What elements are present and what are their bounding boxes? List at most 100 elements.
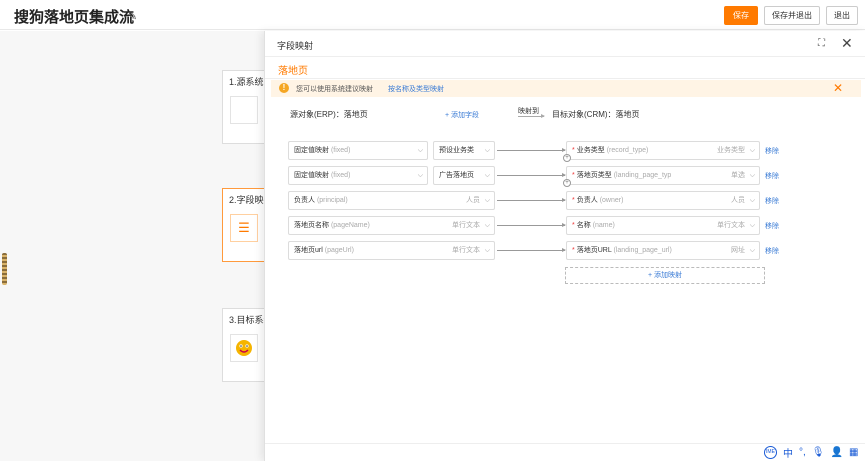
required-mark: * [572, 247, 575, 254]
target-field-hint: (owner) [599, 197, 624, 204]
ime-toolbar: IME 中 °, 🎙 👤 ▦ [760, 443, 865, 461]
source-field-select[interactable]: 负责人 (principal) 人员 ⌵ [288, 191, 495, 210]
remove-mapping-button[interactable]: 移除 [765, 196, 779, 206]
required-mark: * [572, 222, 575, 229]
target-field-type: 单行文本 [717, 222, 745, 229]
plus-circle-icon[interactable]: + [563, 154, 571, 162]
source-field-select[interactable]: 固定值映射 (fixed) ⌵ [288, 166, 428, 185]
chevron-down-icon: ⌵ [749, 172, 755, 179]
source-field-type: 人员 [466, 197, 480, 204]
target-field-hint: (record_type) [606, 147, 649, 154]
required-mark: * [572, 172, 575, 179]
target-field-select[interactable]: * 落地页URL (landing_page_url) 网址 ⌵ [566, 241, 760, 260]
mapping-icon: ☰ [230, 214, 258, 242]
target-object-label: 目标对象(CRM)：落地页 [552, 110, 640, 119]
auto-map-link[interactable]: 按名称及类型映射 [388, 84, 444, 94]
ime-language-toggle[interactable]: 中 [783, 445, 793, 460]
source-field-label: 负责人 [294, 197, 315, 204]
required-mark: * [572, 197, 575, 204]
source-field-hint: (pageUrl) [324, 247, 354, 254]
edit-icon[interactable]: ✎ [128, 10, 137, 23]
save-button[interactable]: 保存 [724, 6, 758, 25]
target-field-select[interactable]: * 落地页类型 (landing_page_typ 单选 ⌵ [566, 166, 760, 185]
fixed-value-select[interactable]: 广告落地页 ⌵ [433, 166, 495, 185]
target-field-hint: (landing_page_url) [613, 247, 672, 254]
source-field-select[interactable]: 固定值映射 (fixed) ⌵ [288, 141, 428, 160]
mapping-arrow [497, 248, 566, 252]
source-system-icon [230, 96, 258, 124]
target-field-label: 业务类型 [576, 147, 605, 154]
add-mapping-button[interactable]: + 添加映射 [565, 267, 765, 284]
required-mark: * [572, 147, 575, 154]
remove-mapping-button[interactable]: 移除 [765, 246, 779, 256]
mapping-arrow [497, 198, 566, 202]
drawer-header: 字段映射 ⛶ ✕ [265, 31, 865, 57]
source-field-select[interactable]: 落地页名称 (pageName) 单行文本 ⌵ [288, 216, 495, 235]
fixed-value-label: 广告落地页 [439, 172, 474, 179]
source-field-hint: (fixed) [330, 172, 351, 179]
page-title: 搜狗落地页集成流 [14, 9, 135, 26]
source-field-label: 固定值映射 [294, 147, 329, 154]
mapping-arrow [497, 223, 566, 227]
chevron-down-icon: ⌵ [417, 147, 423, 154]
source-field-label: 落地页url [294, 247, 323, 254]
suggestion-notice: ! 您可以使用系统建议映射 按名称及类型映射 ✕ [271, 80, 861, 97]
exit-button[interactable]: 退出 [826, 6, 858, 25]
target-field-label: 落地页类型 [576, 172, 612, 179]
source-field-hint: (fixed) [330, 147, 351, 154]
chevron-down-icon: ⌵ [749, 147, 755, 154]
mapping-arrow [497, 173, 566, 177]
arrow-right-icon [518, 114, 545, 118]
target-field-type: 人员 [731, 197, 745, 204]
chevron-down-icon: ⌵ [484, 172, 490, 179]
target-field-select[interactable]: * 名称 (name) 单行文本 ⌵ [566, 216, 760, 235]
grid-menu-icon[interactable]: ▦ [849, 447, 858, 458]
plus-circle-icon[interactable]: + [563, 179, 571, 187]
target-field-type: 网址 [731, 247, 745, 254]
microphone-icon[interactable]: 🎙 [812, 447, 825, 458]
chevron-down-icon: ⌵ [749, 222, 755, 229]
source-field-type: 单行文本 [452, 222, 480, 229]
target-field-type: 业务类型 [717, 147, 745, 154]
drag-handle[interactable] [2, 253, 7, 285]
source-field-hint: (pageName) [330, 222, 370, 229]
target-field-label: 落地页URL [576, 247, 612, 254]
chevron-down-icon: ⌵ [749, 247, 755, 254]
fullscreen-icon[interactable]: ⛶ [818, 38, 825, 49]
notice-text: 您可以使用系统建议映射 [296, 86, 373, 93]
source-field-select[interactable]: 落地页url (pageUrl) 单行文本 ⌵ [288, 241, 495, 260]
save-and-exit-button[interactable]: 保存并退出 [764, 6, 820, 25]
add-field-button[interactable]: + 添加字段 [445, 110, 479, 120]
close-icon[interactable]: ✕ [841, 35, 853, 52]
remove-mapping-button[interactable]: 移除 [765, 146, 779, 156]
target-field-type: 单选 [731, 172, 745, 179]
chevron-down-icon: ⌵ [484, 197, 490, 204]
user-icon[interactable]: 👤 [830, 447, 842, 458]
object-header-row: 源对象(ERP)：落地页 + 添加字段 映射到 目标对象(CRM)：落地页 [265, 101, 865, 127]
chevron-down-icon: ⌵ [749, 197, 755, 204]
fixed-value-select[interactable]: 预设业务类 ⌵ [433, 141, 495, 160]
target-field-label: 名称 [576, 222, 591, 229]
target-field-select[interactable]: * 负责人 (owner) 人员 ⌵ [566, 191, 760, 210]
target-field-hint: (name) [592, 222, 615, 229]
info-icon: ! [279, 83, 289, 93]
punctuation-icon[interactable]: °, [799, 447, 806, 458]
fixed-value-label: 预设业务类 [439, 147, 474, 154]
map-to-label: 映射到 [518, 108, 539, 115]
ime-logo-icon[interactable]: IME [764, 445, 777, 459]
chevron-down-icon: ⌵ [484, 222, 490, 229]
source-object-label: 源对象(ERP)：落地页 [290, 110, 368, 119]
source-field-hint: (principal) [316, 197, 348, 204]
source-field-label: 落地页名称 [294, 222, 329, 229]
chevron-down-icon: ⌵ [484, 147, 490, 154]
target-field-select[interactable]: * 业务类型 (record_type) 业务类型 ⌵ [566, 141, 760, 160]
source-field-label: 固定值映射 [294, 172, 329, 179]
target-field-hint: (landing_page_typ [613, 172, 672, 179]
close-icon[interactable]: ✕ [833, 81, 843, 95]
remove-mapping-button[interactable]: 移除 [765, 221, 779, 231]
field-mapping-drawer: 字段映射 ⛶ ✕ 落地页 ! 您可以使用系统建议映射 按名称及类型映射 ✕ 源对… [264, 31, 865, 461]
sogou-logo-icon [230, 334, 258, 362]
remove-mapping-button[interactable]: 移除 [765, 171, 779, 181]
chevron-down-icon: ⌵ [484, 247, 490, 254]
source-field-type: 单行文本 [452, 247, 480, 254]
